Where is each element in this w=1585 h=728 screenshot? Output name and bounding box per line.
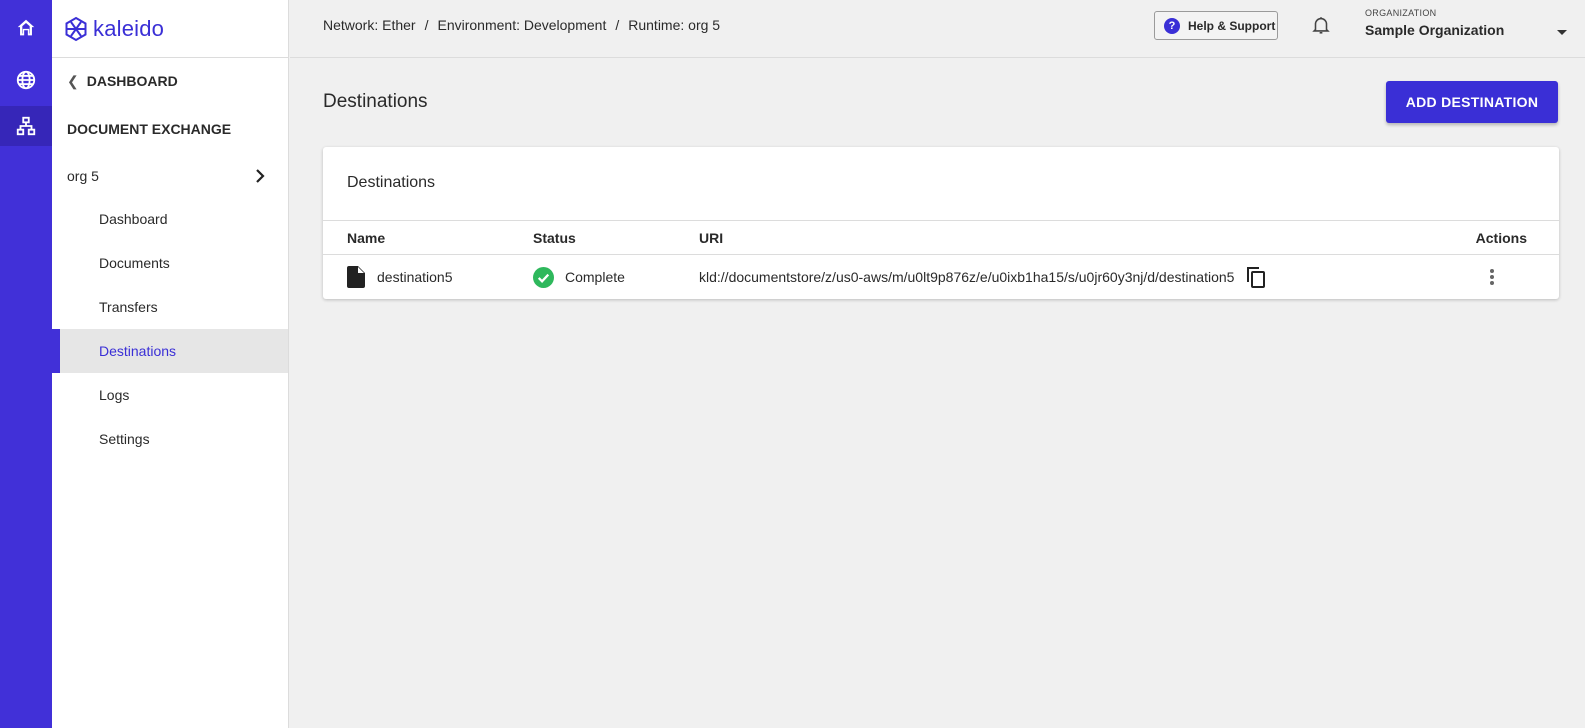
brand-name: kaleido [93,15,165,41]
organization-caption: ORGANIZATION [1365,8,1437,18]
help-icon: ? [1164,17,1180,34]
column-header-uri: URI [699,230,724,246]
sidebar-item-destinations[interactable]: Destinations [52,329,288,373]
breadcrumb-separator: / [424,17,429,33]
cell-actions [1480,255,1504,299]
sidebar-item-logs[interactable]: Logs [52,373,288,417]
status-text: Complete [565,269,625,285]
sidebar-item-transfers[interactable]: Transfers [52,285,288,329]
help-label: Help & Support [1188,18,1276,33]
column-header-name: Name [347,230,386,246]
add-destination-button[interactable]: ADD DESTINATION [1386,81,1558,123]
copy-icon[interactable] [1244,265,1268,289]
rail-network[interactable] [0,60,52,100]
sidebar-item-dashboard[interactable]: Dashboard [52,197,288,241]
globe-icon [16,70,36,90]
chevron-left-icon: ❮ [67,72,79,89]
kaleido-logo-icon [65,16,87,41]
sidebar-item-documents[interactable]: Documents [52,241,288,285]
organization-name: Sample Organization [1365,22,1505,38]
network-icon [16,116,36,136]
destination-uri: kld://documentstore/z/us0-aws/m/u0lt9p87… [699,269,1235,285]
organization-selector[interactable]: ORGANIZATION Sample Organization [1365,8,1575,46]
table-header: Name Status URI Actions [323,220,1559,255]
file-icon [347,266,365,288]
destination-name[interactable]: destination5 [377,269,453,285]
rail-home[interactable] [0,8,52,48]
cell-name: destination5 [347,255,453,299]
brand-logo[interactable]: kaleido [52,0,288,58]
check-circle-icon [533,266,554,288]
breadcrumb-runtime[interactable]: Runtime: org 5 [628,17,720,33]
top-bar: Network: Ether / Environment: Developmen… [290,0,1585,58]
breadcrumb: Network: Ether / Environment: Developmen… [323,17,720,33]
runtime-selector[interactable]: org 5 [52,160,288,192]
notification-bell-icon[interactable] [1310,14,1332,36]
cell-uri: kld://documentstore/z/us0-aws/m/u0lt9p87… [699,255,1268,299]
card-title: Destinations [347,174,436,191]
back-to-dashboard-link[interactable]: ❮ DASHBOARD [52,66,288,96]
chevron-right-icon [250,169,270,183]
sidebar: kaleido ❮ DASHBOARD DOCUMENT EXCHANGE or… [52,0,289,728]
caret-down-icon [1557,30,1567,35]
column-header-actions: Actions [1475,230,1527,246]
rail-services[interactable] [0,106,52,146]
breadcrumb-network[interactable]: Network: Ether [323,17,416,33]
destinations-card: Destinations Name Status URI Actions des… [323,147,1559,299]
back-label: DASHBOARD [86,73,178,89]
cell-status: Complete [533,255,625,299]
breadcrumb-environment[interactable]: Environment: Development [437,17,606,33]
column-header-status: Status [533,230,576,246]
home-icon [17,19,35,36]
page-title: Destinations [323,91,428,112]
section-title: DOCUMENT EXCHANGE [67,121,232,137]
more-actions-icon[interactable] [1480,265,1504,289]
sidebar-item-settings[interactable]: Settings [52,417,288,461]
table-row[interactable]: destination5 Complete kld://documentstor… [323,255,1559,299]
help-support-button[interactable]: ? Help & Support [1154,11,1278,40]
breadcrumb-separator: / [615,17,620,33]
runtime-label: org 5 [67,168,99,184]
app-rail [0,0,52,728]
